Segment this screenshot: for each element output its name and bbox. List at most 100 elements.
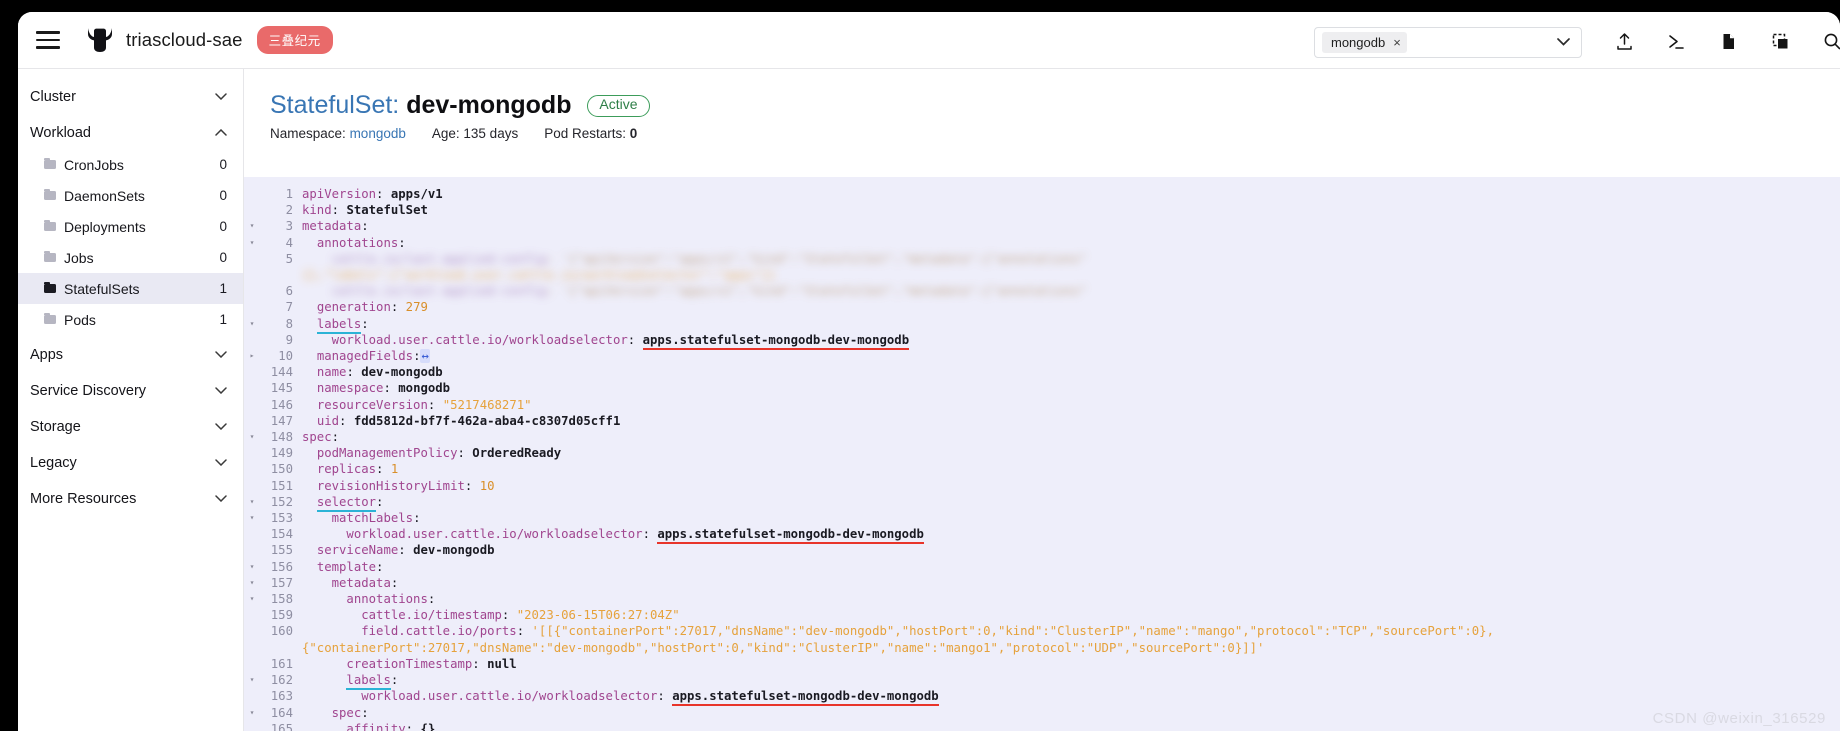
- yaml-line: ▾ 156 template:: [244, 559, 1840, 575]
- yaml-line-text: matchLabels:: [331, 511, 421, 526]
- line-number: 165: [270, 721, 293, 731]
- yaml-line: 149 podManagementPolicy: OrderedReady: [244, 445, 1840, 461]
- fold-toggle-icon[interactable]: ▾: [244, 559, 260, 575]
- sidebar-section-service-discovery[interactable]: Service Discovery: [18, 375, 243, 407]
- fold-toggle-icon[interactable]: ▾: [244, 575, 260, 591]
- yaml-line-text: affinity: {}: [346, 721, 436, 731]
- line-number: 150: [270, 462, 293, 477]
- upload-icon[interactable]: [1598, 26, 1650, 56]
- fold-toggle-icon[interactable]: ▾: [244, 429, 260, 445]
- chevron-down-icon[interactable]: [215, 458, 227, 469]
- yaml-line: 146 resourceVersion: "5217468271": [244, 397, 1840, 413]
- sidebar-item-count: 0: [219, 219, 227, 234]
- yaml-line-text: podManagementPolicy: OrderedReady: [316, 446, 562, 461]
- chevron-down-icon[interactable]: [215, 422, 227, 433]
- fold-toggle-icon[interactable]: ▾: [244, 510, 260, 526]
- yaml-line-text: revisionHistoryLimit: 10: [316, 478, 495, 493]
- folder-icon: [44, 219, 56, 231]
- fold-toggle-icon[interactable]: ▾: [244, 316, 260, 332]
- chevron-down-icon[interactable]: [215, 350, 227, 361]
- yaml-line-text: cattle.io/timestamp: "2023-06-15T06:27:0…: [361, 608, 680, 623]
- age-meta-label: Age:: [431, 126, 460, 141]
- fold-toggle-icon[interactable]: ▾: [244, 672, 260, 688]
- folder-icon: [44, 157, 56, 169]
- sidebar-item-count: 0: [219, 157, 227, 172]
- redacted-text: {},"labels":{"workload.user.cattle.io/wo…: [302, 268, 776, 283]
- yaml-line-text: creationTimestamp: null: [346, 656, 517, 671]
- line-number: 9: [285, 332, 293, 347]
- yaml-line-text: cattle.io/last-applied-config: '{"apiVer…: [302, 251, 1840, 267]
- fold-toggle-icon[interactable]: ▾: [244, 218, 260, 234]
- yaml-line-wrap: {},"labels":{"workload.user.cattle.io/wo…: [244, 267, 1840, 283]
- search-icon[interactable]: [1806, 26, 1840, 56]
- status-badge: Active: [587, 95, 650, 117]
- yaml-line-text: selector:: [302, 494, 1840, 512]
- fold-toggle-icon[interactable]: ▾: [244, 494, 260, 510]
- namespace-chip[interactable]: mongodb ×: [1322, 32, 1407, 53]
- yaml-line-text: name: dev-mongodb: [316, 365, 443, 380]
- sidebar-item-daemonsets[interactable]: DaemonSets 0: [18, 180, 243, 211]
- line-number: 153: [270, 511, 293, 526]
- yaml-line: 5 cattle.io/last-applied-config: '{"apiV…: [244, 251, 1840, 267]
- app-body: Cluster Workload CronJobs 0 DaemonSets 0: [18, 69, 1840, 731]
- yaml-line: ▾ 4 annotations:: [244, 235, 1840, 251]
- yaml-line: 151 revisionHistoryLimit: 10: [244, 478, 1840, 494]
- namespace-picker[interactable]: mongodb ×: [1314, 27, 1582, 58]
- line-number: 5: [285, 251, 293, 266]
- yaml-line: 154 workload.user.cattle.io/workloadsele…: [244, 526, 1840, 545]
- chevron-up-icon[interactable]: [215, 128, 227, 139]
- terminal-icon[interactable]: [1650, 26, 1702, 56]
- yaml-line-text: metadata:: [331, 575, 399, 590]
- fold-toggle-icon[interactable]: ▸: [244, 348, 260, 364]
- yaml-line: 9 workload.user.cattle.io/workloadselect…: [244, 332, 1840, 350]
- fold-toggle-icon[interactable]: ▾: [244, 591, 260, 607]
- file-icon[interactable]: [1702, 26, 1754, 56]
- yaml-line-text: spec:: [331, 705, 369, 720]
- yaml-line-text: uid: fdd5812d-bf7f-462a-aba4-c8307d05cff…: [316, 413, 621, 428]
- sidebar-item-count: 0: [219, 188, 227, 203]
- fold-toggle-icon[interactable]: ▾: [244, 705, 260, 721]
- sidebar-section-more-resources[interactable]: More Resources: [18, 483, 243, 515]
- yaml-line: ▾ 162 labels:: [244, 672, 1840, 691]
- sidebar-section-legacy[interactable]: Legacy: [18, 447, 243, 479]
- yaml-viewer[interactable]: 1 apiVersion: apps/v1 2 kind: StatefulSet ▾ 3…: [244, 177, 1840, 731]
- chevron-down-icon[interactable]: [1557, 37, 1570, 49]
- sidebar-item-label: DaemonSets: [64, 187, 145, 204]
- fold-toggle-icon[interactable]: ▾: [244, 235, 260, 251]
- yaml-line: ▾ 152 selector:: [244, 494, 1840, 512]
- sidebar-section-workload[interactable]: Workload: [18, 117, 243, 149]
- namespace-chip-label: mongodb: [1331, 35, 1386, 50]
- duplicate-icon[interactable]: [1754, 26, 1806, 56]
- sidebar-item-cronjobs[interactable]: CronJobs 0: [18, 149, 243, 180]
- sidebar-item-deployments[interactable]: Deployments 0: [18, 211, 243, 242]
- yaml-line: 159 cattle.io/timestamp: "2023-06-15T06:…: [244, 607, 1840, 623]
- page-title-kind: StatefulSet:: [270, 91, 400, 119]
- chevron-down-icon[interactable]: [215, 386, 227, 397]
- sidebar-item-label: CronJobs: [64, 156, 124, 173]
- namespace-meta: Namespace: mongodb: [270, 126, 406, 141]
- age-meta-value: 135 days: [463, 126, 519, 141]
- chevron-down-icon[interactable]: [215, 494, 227, 505]
- main-content: StatefulSet: dev-mongodb Active Namespac…: [244, 69, 1840, 731]
- sidebar-item-count: 1: [219, 312, 227, 327]
- line-number: 2: [285, 203, 293, 218]
- sidebar-section-cluster[interactable]: Cluster: [18, 81, 243, 113]
- sidebar-section-label: Legacy: [30, 455, 77, 471]
- sidebar-section-apps[interactable]: Apps: [18, 339, 243, 371]
- chevron-down-icon[interactable]: [215, 92, 227, 103]
- sidebar-section-storage[interactable]: Storage: [18, 411, 243, 443]
- close-icon[interactable]: ×: [1393, 35, 1401, 50]
- yaml-line-text: labels:: [302, 672, 1840, 691]
- sidebar-item-jobs[interactable]: Jobs 0: [18, 242, 243, 273]
- sidebar-item-pods[interactable]: Pods 1: [18, 304, 243, 335]
- yaml-line-wrap: {"containerPort":27017,"dnsName":"dev-mo…: [244, 640, 1840, 656]
- namespace-link[interactable]: mongodb: [350, 126, 406, 141]
- hamburger-icon[interactable]: [36, 31, 60, 49]
- sidebar-item-statefulsets[interactable]: StatefulSets 1: [18, 273, 243, 304]
